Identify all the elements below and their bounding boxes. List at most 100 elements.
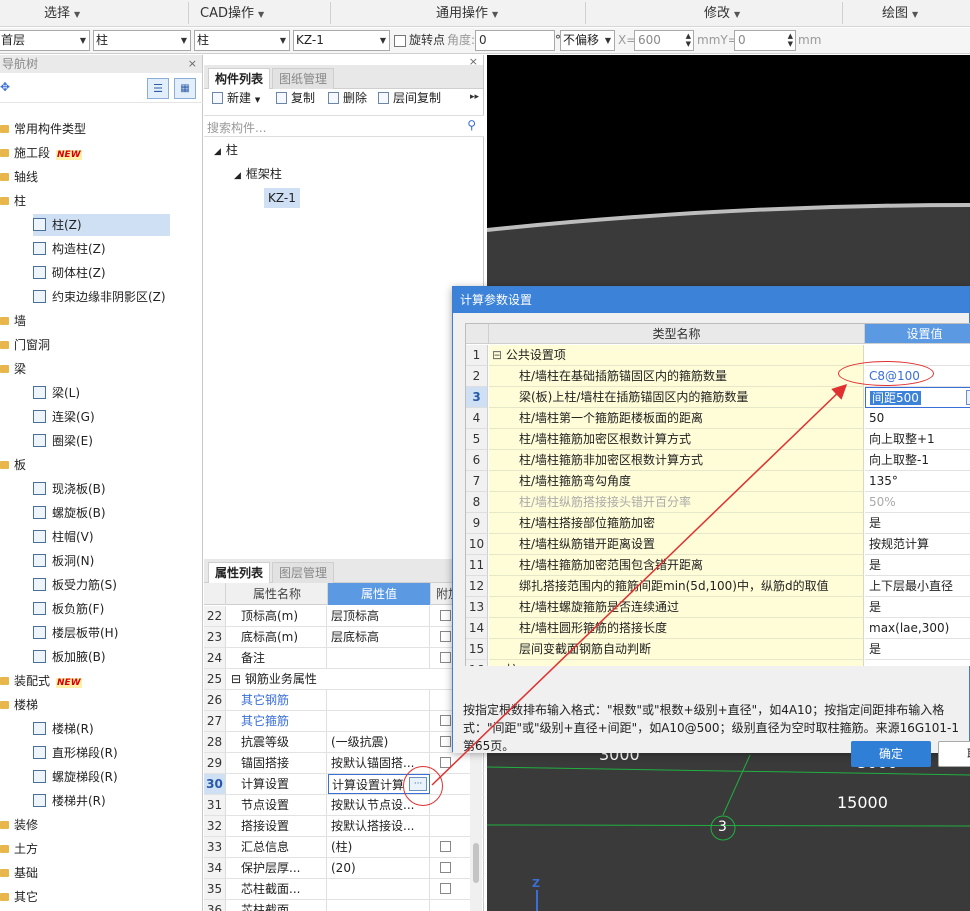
property-row[interactable]: 25 ⊟ 钢筋业务属性 [204,669,484,690]
setting-value-cell[interactable]: 135° [865,471,970,492]
collapse-icon[interactable]: ◢ [234,171,241,181]
property-value-cell[interactable] [328,648,430,668]
property-row[interactable]: 34 保护层厚... (20) [204,858,484,879]
nav-item[interactable]: 常用构件类型 [0,118,86,140]
nav-item[interactable]: 梁(L) [33,382,80,404]
nav-item[interactable]: 板加腋(B) [33,646,106,668]
nav-item[interactable]: 楼梯 [0,694,38,716]
setting-value-cell[interactable]: C8@100 [865,366,970,387]
nav-item[interactable]: 轴线 [0,166,38,188]
close-icon[interactable]: × [188,55,197,73]
nav-item[interactable]: 其它 [0,886,38,908]
search-icon[interactable]: ⚲ [467,118,476,132]
setting-value-cell[interactable] [865,345,970,366]
nav-item[interactable]: 板负筋(F) [33,598,104,620]
property-row[interactable]: 29 锚固搭接 按默认锚固搭... [204,753,484,774]
nav-item[interactable]: 楼梯(R) [33,718,94,740]
setting-value-cell[interactable]: 是 [865,513,970,534]
nav-item[interactable]: 施工段 NEW [0,142,82,164]
floor-copy-button[interactable]: 层间复制 [378,88,441,108]
setting-row[interactable]: 15 层间变截面钢筋自动判断 是 [466,639,970,660]
cancel-button[interactable]: 取消 [938,741,970,767]
pin-icon[interactable]: ✥ [0,80,10,94]
new-button[interactable]: 新建 ▼ [212,88,260,108]
nav-item[interactable]: 柱帽(V) [33,526,94,548]
property-value-cell[interactable] [328,690,430,710]
nav-item[interactable]: 板受力筋(S) [33,574,117,596]
x-offset-input[interactable]: 600 ▲ ▼ [634,30,694,51]
nav-item[interactable]: 直形梯段(R) [33,742,118,764]
more-icon[interactable]: ▸▸ [470,92,479,102]
scroll-thumb[interactable] [473,843,479,883]
setting-row[interactable]: 11 柱/墙柱箍筋加密范围包含错开距离 是 [466,555,970,576]
copy-button[interactable]: 复制 [276,88,315,108]
property-row[interactable]: 30 计算设置 计算设置计算 ··· [204,774,484,795]
setting-row[interactable]: 4 柱/墙柱第一个箍筋距楼板面的距离 50 [466,408,970,429]
setting-value-cell[interactable]: 50% [865,492,970,513]
setting-value-cell[interactable]: 是 [865,555,970,576]
list-view-icon[interactable]: ☰ [147,78,169,99]
property-value-cell[interactable] [328,711,430,731]
property-row[interactable]: 36 芯柱截面... [204,900,484,911]
nav-item[interactable]: 门窗洞 [0,334,50,356]
property-row[interactable]: 28 抗震等级 (一级抗震) [204,732,484,753]
extra-checkbox[interactable] [440,652,451,663]
nav-item[interactable]: 柱(Z) [33,214,170,236]
extra-checkbox[interactable] [440,883,451,894]
property-row[interactable]: 26 其它钢筋 [204,690,484,711]
property-value-cell[interactable]: 按默认锚固搭... [328,753,430,773]
nav-item[interactable]: 圈梁(E) [33,430,93,452]
collapse-icon[interactable]: ◢ [214,147,221,157]
nav-item[interactable]: 板洞(N) [33,550,94,572]
property-value-cell[interactable]: 按默认搭接设... [328,816,430,836]
nav-item[interactable]: 构造柱(Z) [33,238,106,260]
setting-row[interactable]: 9 柱/墙柱搭接部位箍筋加密 是 [466,513,970,534]
nav-item[interactable]: 土方 [0,838,38,860]
extra-checkbox[interactable] [440,862,451,873]
menu-draw[interactable]: 绘图 ▼ [882,0,918,27]
property-value-cell[interactable]: (20) [328,858,430,878]
offset-mode-select[interactable]: 不偏移 ▼ [560,30,615,51]
rotate-point-checkbox[interactable] [394,35,406,47]
setting-row[interactable]: 8 柱/墙柱纵筋搭接接头错开百分率 50% [466,492,970,513]
menu-general-ops[interactable]: 通用操作 ▼ [436,0,498,27]
extra-checkbox[interactable] [440,757,451,768]
nav-item[interactable]: 基础 [0,862,38,884]
extra-checkbox[interactable] [440,631,451,642]
setting-row[interactable]: 10 柱/墙柱纵筋错开距离设置 按规范计算 [466,534,970,555]
setting-value-cell[interactable]: 上下层最小直径 [865,576,970,597]
property-row[interactable]: 35 芯柱截面... [204,879,484,900]
property-value-cell[interactable] [328,879,430,899]
setting-value-cell[interactable]: 按规范计算 [865,534,970,555]
setting-value-cell[interactable]: 是 [865,597,970,618]
setting-row[interactable]: 1 ⊟ 公共设置项 [466,345,970,366]
property-row[interactable]: 23 底标高(m) 层底标高 [204,627,484,648]
extra-checkbox[interactable] [440,715,451,726]
property-row[interactable]: 31 节点设置 按默认节点设... [204,795,484,816]
extra-checkbox[interactable] [440,736,451,747]
type-select[interactable]: 柱 ▼ [194,30,290,51]
setting-row[interactable]: 2 柱/墙柱在基础插筋锚固区内的箍筋数量 C8@100 [466,366,970,387]
property-value-cell[interactable]: 计算设置计算 ··· [328,774,430,794]
y-offset-input[interactable]: 0 ▲ ▼ [734,30,796,51]
menu-cad-ops[interactable]: CAD操作 ▼ [200,0,264,27]
setting-value-cell[interactable]: 50 [865,408,970,429]
property-value-cell[interactable]: 层顶标高 [328,606,430,626]
nav-item[interactable]: 现浇板(B) [33,478,106,500]
tab-component-list[interactable]: 构件列表 [208,68,271,89]
ellipsis-button[interactable]: ··· [966,390,970,405]
property-row[interactable]: 32 搭接设置 按默认搭接设... [204,816,484,837]
spinner-icon[interactable]: ▲ ▼ [788,32,793,48]
tree-node-frame-column[interactable]: ◢ 框架柱 [234,164,282,184]
grid-view-icon[interactable]: ▦ [174,78,196,99]
setting-value-cell[interactable]: 是 [865,639,970,660]
nav-item[interactable]: 砌体柱(Z) [33,262,106,284]
tree-node-kz1[interactable]: KZ-1 [264,188,300,208]
nav-item[interactable]: 柱 [0,190,26,212]
extra-checkbox[interactable] [440,610,451,621]
nav-item[interactable]: 板 [0,454,26,476]
search-input[interactable]: 搜索构件... [207,119,266,136]
menu-select[interactable]: 选择 ▼ [44,0,80,27]
nav-item[interactable]: 连梁(G) [33,406,95,428]
setting-value-cell[interactable]: 向上取整-1 [865,450,970,471]
